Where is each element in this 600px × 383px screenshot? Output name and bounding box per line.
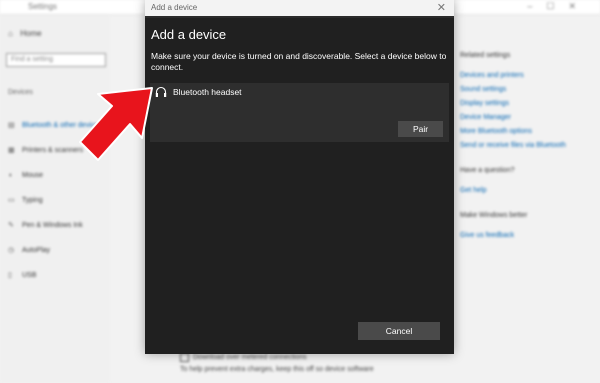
feedback-link[interactable]: Give us feedback	[460, 229, 590, 243]
sidebar-home[interactable]: ⌂ Home	[8, 29, 42, 38]
sidebar-item-printers[interactable]: ▦ Printers & scanners	[8, 144, 102, 169]
usb-icon: ▯	[8, 272, 12, 279]
pair-button[interactable]: Pair	[398, 121, 443, 137]
device-list-item[interactable]: Bluetooth headset Pair	[150, 83, 449, 142]
headphones-icon	[155, 86, 167, 97]
sidebar-home-label: Home	[20, 29, 42, 38]
mouse-icon: ◖	[8, 172, 13, 179]
keyboard-icon: ▭	[8, 197, 15, 204]
bluetooth-icon: ▤	[8, 122, 15, 129]
improve-heading: Make Windows better	[460, 212, 528, 219]
sidebar-item-typing[interactable]: ▭ Typing	[8, 194, 102, 219]
dialog-title: Add a device	[151, 3, 198, 12]
cancel-button[interactable]: Cancel	[358, 322, 440, 340]
settings-app-title: Settings	[28, 2, 57, 11]
related-link[interactable]: Sound settings	[460, 83, 590, 97]
metered-note: To help prevent extra charges, keep this…	[180, 366, 374, 373]
home-icon: ⌂	[8, 29, 13, 38]
autoplay-icon: ◷	[8, 247, 15, 254]
metered-checkbox[interactable]	[180, 352, 189, 362]
sidebar-item-usb[interactable]: ▯ USB	[8, 269, 102, 294]
dialog-heading: Add a device	[151, 27, 227, 42]
related-link[interactable]: Send or receive files via Bluetooth	[460, 139, 590, 153]
related-link[interactable]: Devices and printers	[460, 69, 590, 83]
add-device-dialog: Add a device ✕ Add a device Make sure yo…	[145, 0, 454, 354]
pen-icon: ✎	[8, 222, 14, 229]
get-help-link[interactable]: Get help	[460, 184, 590, 198]
settings-search-input[interactable]: Find a setting	[6, 53, 106, 67]
search-placeholder: Find a setting	[11, 56, 54, 63]
question-heading: Have a question?	[460, 167, 515, 174]
sidebar-item-bluetooth[interactable]: ▤ Bluetooth & other devices	[8, 119, 102, 144]
device-name: Bluetooth headset	[173, 87, 242, 97]
printer-icon: ▦	[8, 147, 15, 154]
window-controls: –☐✕	[527, 1, 590, 11]
sidebar-item-pen[interactable]: ✎ Pen & Windows Ink	[8, 219, 102, 244]
close-icon[interactable]: ✕	[437, 1, 446, 14]
sidebar-item-mouse[interactable]: ◖ Mouse	[8, 169, 102, 194]
related-link[interactable]: More Bluetooth options	[460, 125, 590, 139]
sidebar-section-label: Devices	[8, 89, 33, 96]
settings-sidebar: ⌂ Home Find a setting Devices ▤ Bluetooth…	[0, 15, 110, 383]
dialog-description: Make sure your device is turned on and d…	[151, 51, 447, 72]
sidebar-item-autoplay[interactable]: ◷ AutoPlay	[8, 244, 102, 269]
dialog-titlebar: Add a device ✕	[145, 0, 454, 17]
related-settings-heading: Related settings	[460, 52, 511, 59]
related-link[interactable]: Display settings	[460, 97, 590, 111]
related-link[interactable]: Device Manager	[460, 111, 590, 125]
dialog-title-divider	[145, 16, 454, 18]
metered-connection-section: Download over metered connections To hel…	[180, 352, 374, 376]
sidebar-nav: ▤ Bluetooth & other devices ▦ Printers & s…	[8, 119, 102, 294]
related-settings-panel: Related settings Devices and printers So…	[460, 52, 590, 243]
